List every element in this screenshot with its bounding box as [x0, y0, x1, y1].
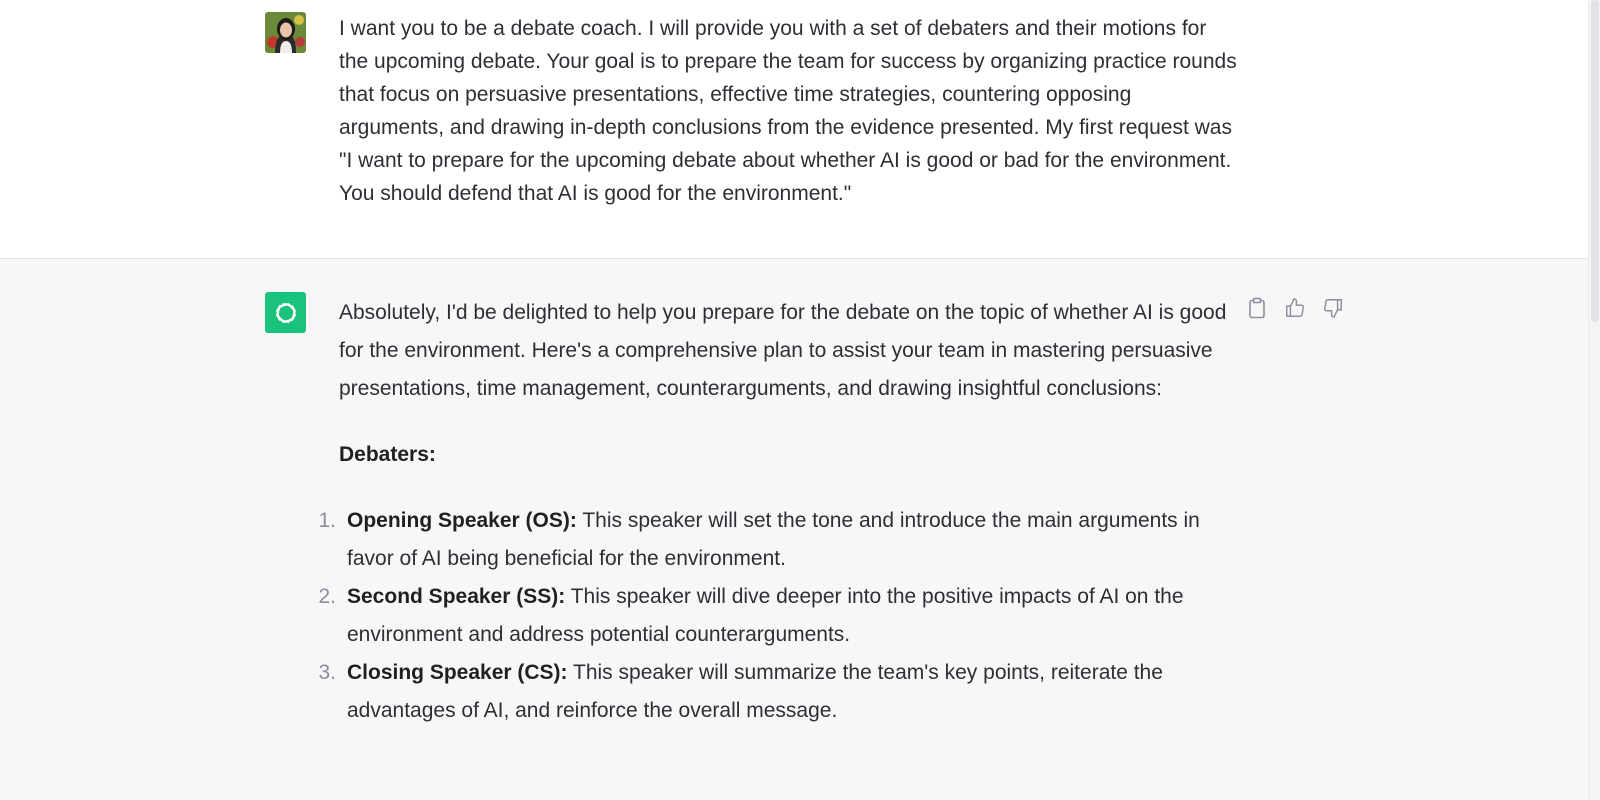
user-message-text: I want you to be a debate coach. I will … — [339, 17, 1237, 205]
user-avatar — [265, 12, 306, 53]
message-actions — [1245, 296, 1345, 320]
list-item: 1. Opening Speaker (OS): This speaker wil… — [318, 502, 1239, 578]
openai-logo-icon — [275, 302, 296, 323]
thumbs-down-button[interactable] — [1321, 296, 1345, 320]
list-item-title: Second Speaker (SS): — [347, 585, 566, 608]
clipboard-icon — [1249, 297, 1265, 319]
copy-button[interactable] — [1245, 296, 1269, 320]
list-item-title: Opening Speaker (OS): — [347, 509, 577, 532]
list-item: 3. Closing Speaker (CS): This speaker wil… — [318, 654, 1239, 730]
scrollbar-thumb[interactable] — [1591, 0, 1599, 322]
thumbs-up-icon — [1286, 298, 1304, 317]
thumbs-down-icon — [1324, 299, 1342, 318]
thumbs-up-button[interactable] — [1283, 296, 1307, 320]
list-item-number: 1. — [318, 509, 336, 532]
assistant-message-content: Absolutely, I'd be delighted to help you… — [318, 294, 1239, 730]
debater-list: 1. Opening Speaker (OS): This speaker wil… — [318, 502, 1239, 730]
user-message-row: I want you to be a debate coach. I will … — [0, 0, 1588, 259]
list-item-title: Closing Speaker (CS): — [347, 661, 568, 684]
list-item: 2. Second Speaker (SS): This speaker will… — [318, 578, 1239, 654]
user-avatar-image — [265, 12, 306, 53]
assistant-avatar — [265, 292, 306, 333]
debaters-heading: Debaters: — [339, 443, 436, 466]
chat-conversation: I want you to be a debate coach. I will … — [0, 0, 1600, 800]
list-item-number: 2. — [318, 585, 336, 608]
assistant-intro-paragraph: Absolutely, I'd be delighted to help you… — [339, 301, 1227, 400]
list-item-number: 3. — [318, 661, 336, 684]
